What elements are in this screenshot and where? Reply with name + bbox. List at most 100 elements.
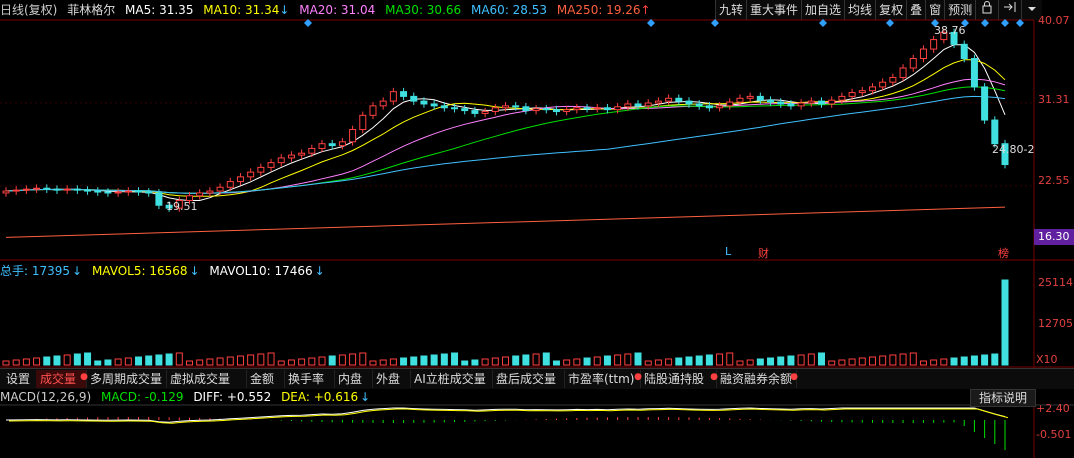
volume-bar xyxy=(155,354,163,366)
tab-10[interactable]: 市盈率(ttm) ● xyxy=(564,370,642,388)
tab-3[interactable]: 虚拟成交量 xyxy=(166,370,247,388)
indicator-help-button[interactable]: 指标说明 xyxy=(970,389,1036,407)
marker-rank[interactable]: 榜 xyxy=(998,245,1009,261)
low-price-label: 19.51 xyxy=(166,200,198,213)
candle-body xyxy=(981,86,989,121)
volume-bar xyxy=(12,359,20,366)
macd-value: MACD: -0.129 xyxy=(100,390,184,404)
candle-body xyxy=(481,111,489,114)
macd-axis-bottom: -0.501 xyxy=(1036,428,1072,441)
candle-body xyxy=(818,100,826,105)
candle-body xyxy=(675,97,683,102)
tab-7[interactable]: 外盘 xyxy=(372,370,411,388)
price-axis-bottom: 16.30 xyxy=(1034,229,1074,245)
tab-0[interactable]: 设置 xyxy=(2,370,37,388)
volume-bar xyxy=(919,360,927,366)
candle-body xyxy=(919,48,927,60)
candle-body xyxy=(858,90,866,94)
tab-1[interactable]: 成交量 ● xyxy=(36,370,88,388)
candle-body xyxy=(930,39,938,50)
candle-body xyxy=(695,103,703,107)
volume-bar xyxy=(583,357,591,366)
candle-body xyxy=(84,189,92,192)
candle-body xyxy=(196,192,204,197)
volume-bar xyxy=(644,360,652,366)
tab-2[interactable]: 多周期成交量 xyxy=(86,370,167,388)
volume-bar xyxy=(471,359,479,366)
macd-header: MACD(12,26,9) MACD: -0.129 DIFF: +0.552 … xyxy=(0,390,376,406)
candle-body xyxy=(471,110,479,114)
tab-4[interactable]: 金额 xyxy=(246,370,285,388)
candle-body xyxy=(267,162,275,168)
volume-bar xyxy=(379,359,387,366)
candle-body xyxy=(685,100,693,105)
tab-9[interactable]: 盘后成交量 xyxy=(492,370,565,388)
volume-bar xyxy=(267,352,275,366)
volume-bar xyxy=(552,360,560,366)
volume-bar xyxy=(298,358,306,366)
macd-axis-top: +2.40 xyxy=(1036,402,1070,415)
volume-bar xyxy=(63,354,71,366)
high-price-label: 38.76 xyxy=(934,24,966,37)
volume-bar xyxy=(400,357,408,366)
volume-bar xyxy=(746,359,754,366)
mavol5-label: MAVOL5: 16568 xyxy=(91,264,188,278)
volume-bar xyxy=(603,355,611,366)
candle-body xyxy=(746,95,754,99)
candle-body xyxy=(593,107,601,110)
candle-body xyxy=(991,119,999,145)
volume-axis-unit: X10 xyxy=(1036,353,1058,366)
total-volume: 总手: 17395 xyxy=(0,264,71,278)
candle-body xyxy=(522,106,530,112)
candle-body xyxy=(777,101,785,105)
volume-bar xyxy=(359,352,367,366)
volume-bar xyxy=(573,358,581,366)
marker-l[interactable]: L xyxy=(725,245,731,258)
volume-bar xyxy=(858,357,866,366)
volume-bar xyxy=(838,359,846,366)
volume-bar xyxy=(277,360,285,366)
candle-body xyxy=(797,102,805,107)
volume-bar xyxy=(522,354,530,366)
volume-bar xyxy=(654,359,662,366)
volume-bar xyxy=(328,355,336,366)
volume-bar xyxy=(532,353,540,366)
volume-bar xyxy=(349,353,357,366)
volume-bar xyxy=(685,356,693,366)
marker-finance[interactable]: 财 xyxy=(758,245,769,261)
tab-8[interactable]: AI立桩成交量 xyxy=(410,370,493,388)
candle-body xyxy=(603,107,611,111)
tab-12[interactable]: 融资融券余额 ● xyxy=(716,370,798,388)
tab-5[interactable]: 换手率 xyxy=(284,370,335,388)
candle-body xyxy=(257,166,265,173)
volume-axis-mid: 12705 xyxy=(1038,317,1073,330)
volume-bar xyxy=(614,354,622,366)
candle-body xyxy=(379,100,387,107)
candle-body xyxy=(73,188,81,191)
dea-arrow-icon: ↓ xyxy=(360,390,371,404)
volume-bar xyxy=(114,358,122,366)
volume-bar xyxy=(104,359,112,366)
volume-bar xyxy=(389,358,397,366)
volume-bar xyxy=(624,353,632,366)
mavol10-arrow-icon: ↓ xyxy=(314,264,325,278)
candle-body xyxy=(970,58,978,88)
candle-body xyxy=(502,105,509,109)
volume-bar xyxy=(94,360,102,366)
candle-body xyxy=(848,92,856,97)
candle-body xyxy=(583,107,591,110)
candle-body xyxy=(767,99,775,103)
candle-body xyxy=(634,103,642,107)
volume-bar xyxy=(716,353,724,366)
candle-body xyxy=(868,86,876,92)
volume-bar xyxy=(369,360,377,366)
tab-11[interactable]: 陆股通持股 ● xyxy=(640,370,718,388)
candle-body xyxy=(654,100,662,104)
candle-body xyxy=(124,190,132,193)
volume-bar xyxy=(736,360,744,366)
tab-6[interactable]: 内盘 xyxy=(334,370,373,388)
volume-bar xyxy=(818,352,826,366)
candle-body xyxy=(155,192,163,206)
volume-bar xyxy=(502,356,509,366)
candle-body xyxy=(960,43,968,60)
